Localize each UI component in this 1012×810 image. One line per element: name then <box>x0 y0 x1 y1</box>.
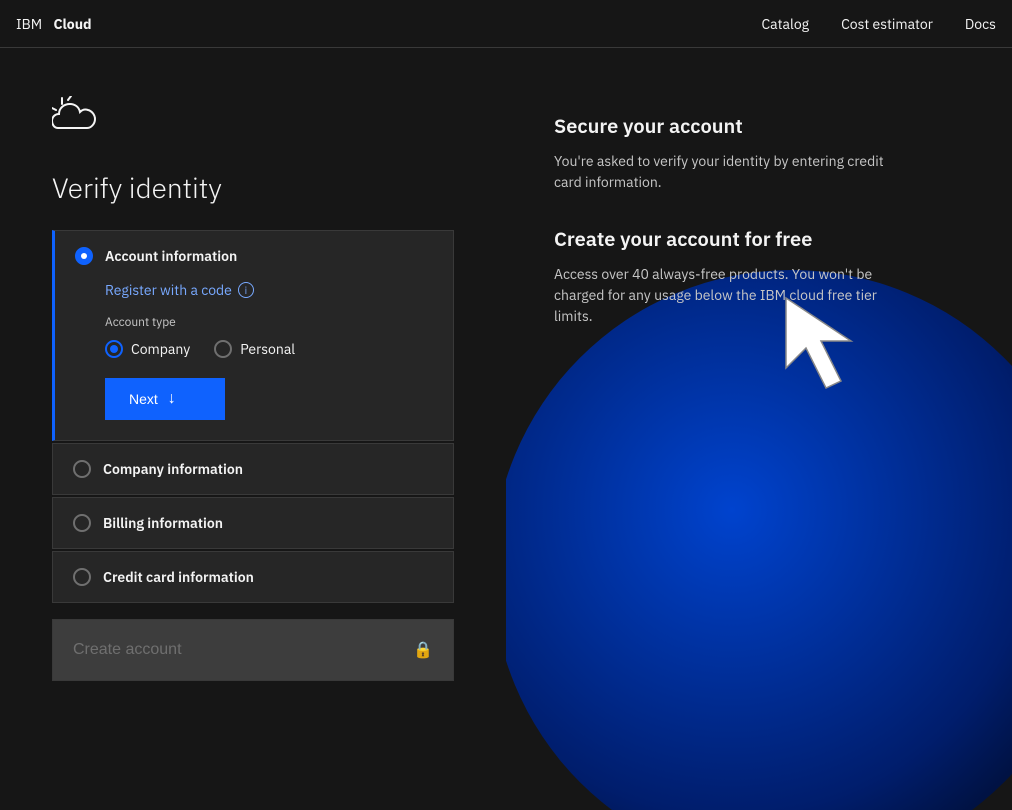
info-icon: i <box>238 282 254 298</box>
left-panel: Verify identity Account information Regi… <box>0 48 506 810</box>
account-type-label: Account type <box>105 315 433 330</box>
lock-icon: 🔒 <box>413 640 433 660</box>
secure-desc: You're asked to verify your identity by … <box>554 151 894 193</box>
right-panel-content: Secure your account You're asked to veri… <box>554 112 964 327</box>
right-panel-bg-circle <box>506 270 1012 810</box>
accordion-item-creditcard: Credit card information <box>52 551 454 603</box>
radio-outer-company <box>105 340 123 358</box>
accordion-title-company: Company information <box>103 460 243 478</box>
nav-catalog[interactable]: Catalog <box>761 15 809 33</box>
logo-cloud: Cloud <box>53 15 91 33</box>
free-title: Create your account for free <box>554 225 964 252</box>
accordion-header-account[interactable]: Account information <box>55 231 453 281</box>
accordion-item-billing: Billing information <box>52 497 454 549</box>
cloud-icon <box>52 96 454 145</box>
secure-title: Secure your account <box>554 112 964 139</box>
logo: IBM Cloud <box>16 15 92 33</box>
create-account-button[interactable]: Create account 🔒 <box>52 619 454 681</box>
radio-indicator-account <box>75 247 93 265</box>
accordion-title-creditcard: Credit card information <box>103 568 254 586</box>
accordion: Account information Register with a code… <box>52 230 454 603</box>
free-desc: Access over 40 always-free products. You… <box>554 264 894 327</box>
radio-company[interactable]: Company <box>105 340 190 358</box>
accordion-content-account: Register with a code i Account type Comp… <box>55 281 453 440</box>
accordion-item-company: Company information <box>52 443 454 495</box>
accordion-title-billing: Billing information <box>103 514 223 532</box>
radio-personal[interactable]: Personal <box>214 340 295 358</box>
header-nav: Catalog Cost estimator Docs <box>761 15 996 33</box>
header: IBM Cloud Catalog Cost estimator Docs <box>0 0 1012 48</box>
radio-indicator-billing <box>73 514 91 532</box>
nav-docs[interactable]: Docs <box>965 15 996 33</box>
main-layout: Verify identity Account information Regi… <box>0 48 1012 810</box>
accordion-header-billing[interactable]: Billing information <box>53 498 453 548</box>
radio-inner-company <box>110 345 118 353</box>
nav-cost-estimator[interactable]: Cost estimator <box>841 15 933 33</box>
accordion-header-creditcard[interactable]: Credit card information <box>53 552 453 602</box>
accordion-item-account: Account information Register with a code… <box>52 230 454 441</box>
logo-ibm: IBM <box>16 15 42 33</box>
next-button[interactable]: Next ↓ <box>105 378 225 420</box>
register-with-code-link[interactable]: Register with a code i <box>105 281 433 299</box>
radio-outer-personal <box>214 340 232 358</box>
down-arrow-icon: ↓ <box>168 390 176 408</box>
radio-indicator-company <box>73 460 91 478</box>
page-title: Verify identity <box>52 169 454 206</box>
radio-group-account-type: Company Personal <box>105 340 433 358</box>
right-panel: Secure your account You're asked to veri… <box>506 48 1012 810</box>
accordion-title-account: Account information <box>105 247 237 265</box>
accordion-header-company[interactable]: Company information <box>53 444 453 494</box>
radio-indicator-creditcard <box>73 568 91 586</box>
